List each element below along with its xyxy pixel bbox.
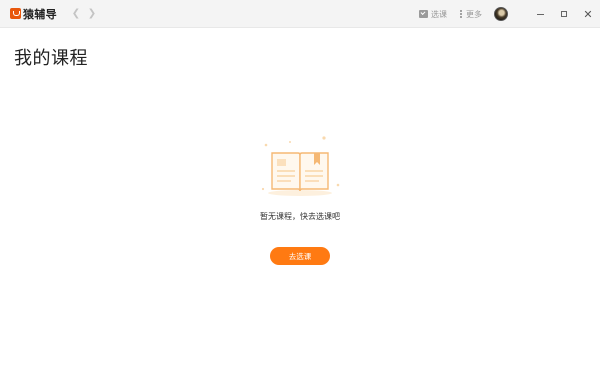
more-dots-icon — [459, 10, 462, 19]
back-arrow-icon[interactable]: ❮ — [69, 6, 83, 22]
title-bar: 猿辅导 ❮ ❯ 选课 更多 ✕ — [0, 0, 600, 28]
minimize-button[interactable] — [528, 0, 552, 28]
page-title: 我的课程 — [14, 48, 88, 69]
maximize-icon — [561, 11, 567, 17]
empty-state-message: 暂无课程，快去选课吧 — [260, 212, 340, 221]
app-logo: 猿辅导 — [10, 0, 57, 28]
select-course-button[interactable]: 选课 — [419, 9, 447, 20]
check-box-icon — [419, 10, 428, 18]
open-book-icon — [261, 136, 340, 196]
more-label: 更多 — [466, 9, 482, 19]
select-course-label: 选课 — [431, 9, 447, 19]
more-button[interactable]: 更多 — [459, 9, 482, 20]
navigation-arrows: ❮ ❯ — [69, 6, 101, 22]
app-name: 猿辅导 — [23, 7, 57, 21]
empty-state-illustration — [258, 135, 342, 199]
avatar[interactable] — [494, 7, 508, 21]
titlebar-tools: 选课 更多 ✕ — [419, 0, 600, 28]
close-icon: ✕ — [583, 7, 593, 21]
go-select-course-button[interactable]: 去选课 — [270, 247, 330, 265]
maximize-button[interactable] — [552, 0, 576, 28]
forward-arrow-icon[interactable]: ❯ — [85, 6, 99, 22]
minimize-icon — [536, 13, 544, 15]
logo-icon — [10, 8, 21, 19]
close-button[interactable]: ✕ — [576, 0, 600, 28]
